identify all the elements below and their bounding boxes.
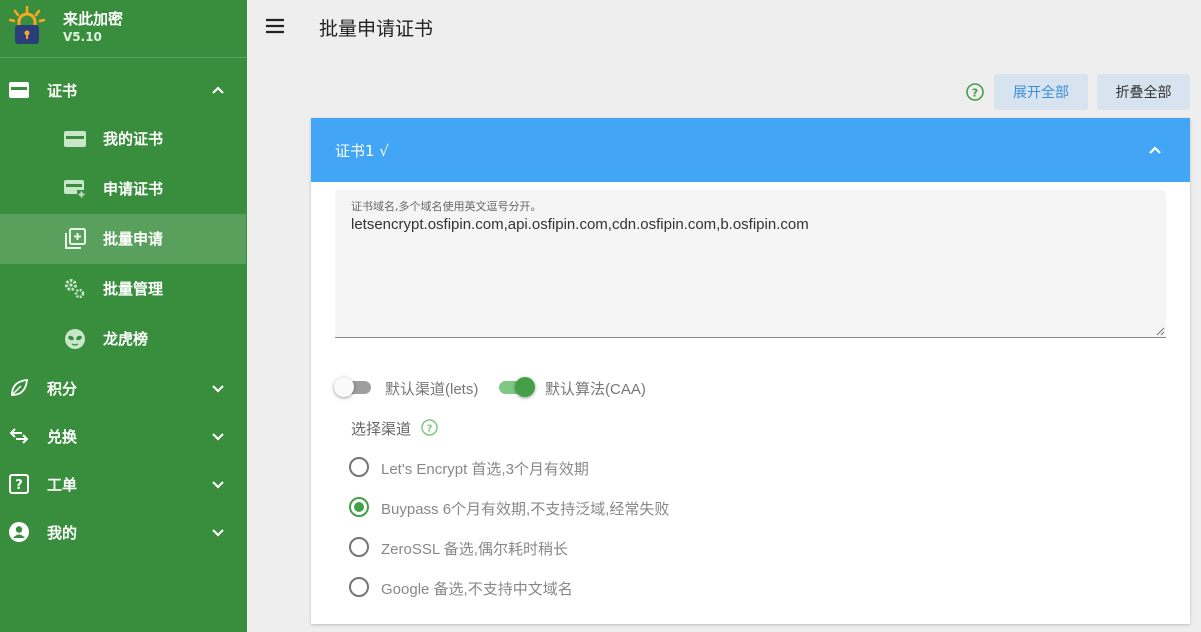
resize-grip-icon[interactable] — [1156, 327, 1165, 336]
radio-circle[interactable] — [349, 457, 369, 477]
sidebar-item-label: 我的 — [47, 523, 78, 542]
sidebar-item-exchange[interactable]: 兑换 — [0, 412, 247, 460]
certificate-card-header[interactable]: 证书1 √ — [311, 118, 1190, 182]
expand-all-button[interactable]: 展开全部 — [994, 74, 1088, 110]
collapse-all-button[interactable]: 折叠全部 — [1097, 74, 1190, 110]
switch-knob — [515, 377, 535, 397]
default-algorithm-switch[interactable] — [496, 377, 536, 397]
account-icon — [9, 522, 29, 542]
help-circle-icon[interactable]: ? — [421, 419, 438, 436]
domains-textarea[interactable]: 证书域名,多个域名使用英文逗号分开。 letsencrypt.osfipin.c… — [335, 190, 1166, 338]
sidebar-item-label: 我的证书 — [103, 130, 164, 148]
chevron-down-icon[interactable] — [209, 427, 227, 445]
radio-circle[interactable] — [349, 537, 369, 557]
sidebar-item-label: 兑换 — [47, 427, 78, 446]
sidebar-item-label: 龙虎榜 — [103, 330, 149, 348]
alien-icon — [64, 328, 86, 350]
switch-knob — [334, 377, 354, 397]
chevron-down-icon[interactable] — [209, 475, 227, 493]
leaf-icon — [9, 378, 29, 398]
chevron-down-icon[interactable] — [209, 379, 227, 397]
card-plus-icon — [64, 178, 86, 200]
brand-version: V5.10 — [63, 30, 102, 44]
sidebar-item-label: 积分 — [47, 379, 78, 398]
help-circle-icon[interactable]: ? — [966, 83, 984, 101]
sidebar-item-mine[interactable]: 我的 — [0, 508, 247, 556]
default-channel-label: 默认渠道(lets) — [385, 381, 479, 398]
card-icon — [64, 128, 86, 150]
swap-icon — [9, 426, 29, 446]
sidebar-item-points[interactable]: 积分 — [0, 364, 247, 412]
sidebar-item-label: 申请证书 — [103, 180, 164, 198]
sidebar-item-leaderboard[interactable]: 龙虎榜 — [0, 314, 246, 364]
page-title: 批量申请证书 — [319, 18, 434, 40]
sidebar: 来此加密 V5.10 证书 我的证书 申请证书 批量申请 批量管理 龙虎榜 积分… — [0, 0, 247, 632]
card-icon — [9, 80, 29, 100]
domains-label: 证书域名,多个域名使用英文逗号分开。 — [351, 200, 542, 213]
sidebar-item-batch-manage[interactable]: 批量管理 — [0, 264, 246, 314]
sidebar-item-my-certificates[interactable]: 我的证书 — [0, 114, 246, 164]
sidebar-item-batch-apply[interactable]: 批量申请 — [0, 214, 246, 264]
domains-value[interactable]: letsencrypt.osfipin.com,api.osfipin.com,… — [351, 216, 809, 233]
hamburger-menu-icon[interactable] — [262, 13, 288, 39]
channel-option-label: Buypass 6个月有效期,不支持泛域,经常失败 — [381, 501, 670, 518]
sidebar-item-certificates[interactable]: 证书 — [0, 66, 247, 114]
channel-option-label: Let's Encrypt 首选,3个月有效期 — [381, 461, 589, 478]
svg-text:?: ? — [15, 478, 23, 493]
gears-icon — [64, 278, 86, 300]
svg-text:?: ? — [972, 87, 978, 100]
radio-circle[interactable] — [349, 577, 369, 597]
radio-circle[interactable] — [349, 497, 369, 517]
certificate-card: 证书1 √ 证书域名,多个域名使用英文逗号分开。 letsencrypt.osf… — [311, 118, 1190, 624]
sidebar-item-label: 批量管理 — [103, 280, 164, 298]
channel-section-label: 选择渠道 — [351, 420, 412, 438]
sidebar-item-label: 证书 — [47, 81, 78, 100]
chevron-up-icon[interactable] — [1145, 140, 1165, 160]
default-algorithm-label: 默认算法(CAA) — [545, 381, 646, 398]
channel-option-label: ZeroSSL 备选,偶尔耗时稍长 — [381, 541, 568, 558]
sidebar-item-label: 工单 — [47, 475, 78, 494]
question-box-icon: ? — [9, 474, 29, 494]
sidebar-item-label: 批量申请 — [103, 230, 164, 248]
sidebar-item-tickets[interactable]: ? 工单 — [0, 460, 247, 508]
chevron-up-icon[interactable] — [209, 81, 227, 99]
channel-option-label: Google 备选,不支持中文域名 — [381, 581, 573, 598]
sidebar-item-apply-certificate[interactable]: 申请证书 — [0, 164, 246, 214]
default-channel-switch[interactable] — [334, 377, 374, 397]
brand-title: 来此加密 — [63, 10, 124, 28]
brand: 来此加密 V5.10 — [0, 0, 247, 58]
copy-plus-icon — [64, 228, 86, 250]
svg-text:?: ? — [427, 424, 433, 435]
lock-logo-icon — [9, 6, 45, 44]
chevron-down-icon[interactable] — [209, 523, 227, 541]
certificate-card-title: 证书1 √ — [335, 142, 389, 160]
